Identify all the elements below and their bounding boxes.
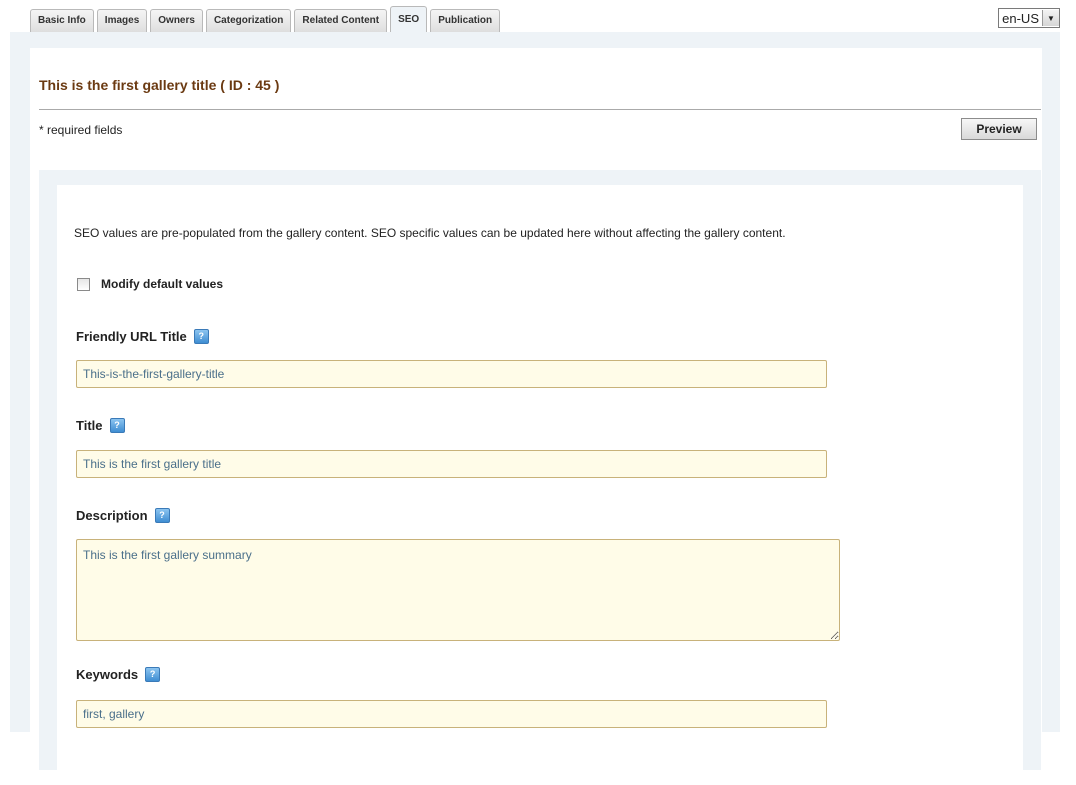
tab-owners[interactable]: Owners	[150, 9, 203, 32]
tab-publication[interactable]: Publication	[430, 9, 501, 32]
modify-default-checkbox[interactable]	[77, 277, 90, 291]
tab-seo[interactable]: SEO	[390, 6, 428, 32]
friendly-url-input[interactable]	[76, 360, 827, 388]
modify-default-row[interactable]: Modify default values	[77, 277, 223, 291]
content-area: This is the first gallery title ( ID : 4…	[30, 48, 1042, 785]
tab-categorization[interactable]: Categorization	[205, 9, 292, 32]
description-label: Description ?	[76, 508, 170, 523]
keywords-input[interactable]	[76, 700, 827, 728]
title-divider	[39, 109, 1041, 110]
title-label: Title ?	[76, 418, 125, 433]
chevron-down-icon[interactable]: ▼	[1042, 10, 1059, 26]
tab-images[interactable]: Images	[96, 9, 148, 32]
title-input[interactable]	[76, 450, 827, 478]
page-title: This is the first gallery title ( ID : 4…	[39, 77, 280, 93]
tab-panel: This is the first gallery title ( ID : 4…	[10, 32, 1060, 785]
help-icon[interactable]: ?	[193, 329, 209, 344]
friendly-url-label: Friendly URL Title ?	[76, 329, 209, 344]
preview-button[interactable]: Preview	[961, 118, 1037, 140]
language-select[interactable]: en-US ▼	[998, 8, 1060, 28]
keywords-label: Keywords ?	[76, 667, 161, 682]
description-textarea[interactable]: This is the first gallery summary	[76, 539, 840, 641]
seo-panel: SEO values are pre-populated from the ga…	[39, 170, 1041, 785]
language-select-value: en-US	[1002, 10, 1039, 26]
seo-intro-text: SEO values are pre-populated from the ga…	[74, 226, 786, 240]
friendly-url-label-text: Friendly URL Title	[76, 329, 187, 344]
tab-basic-info[interactable]: Basic Info	[30, 9, 94, 32]
keywords-label-text: Keywords	[76, 667, 139, 682]
tab-bar: Basic Info Images Owners Categorization …	[30, 6, 503, 32]
tab-related-content[interactable]: Related Content	[294, 9, 388, 32]
help-icon[interactable]: ?	[109, 418, 125, 433]
help-icon[interactable]: ?	[145, 667, 161, 682]
title-label-text: Title	[76, 418, 103, 433]
modify-default-label: Modify default values	[101, 277, 224, 291]
required-fields-note: * required fields	[39, 123, 123, 137]
description-label-text: Description	[76, 508, 148, 523]
seo-form: SEO values are pre-populated from the ga…	[57, 185, 1023, 785]
help-icon[interactable]: ?	[154, 508, 170, 523]
